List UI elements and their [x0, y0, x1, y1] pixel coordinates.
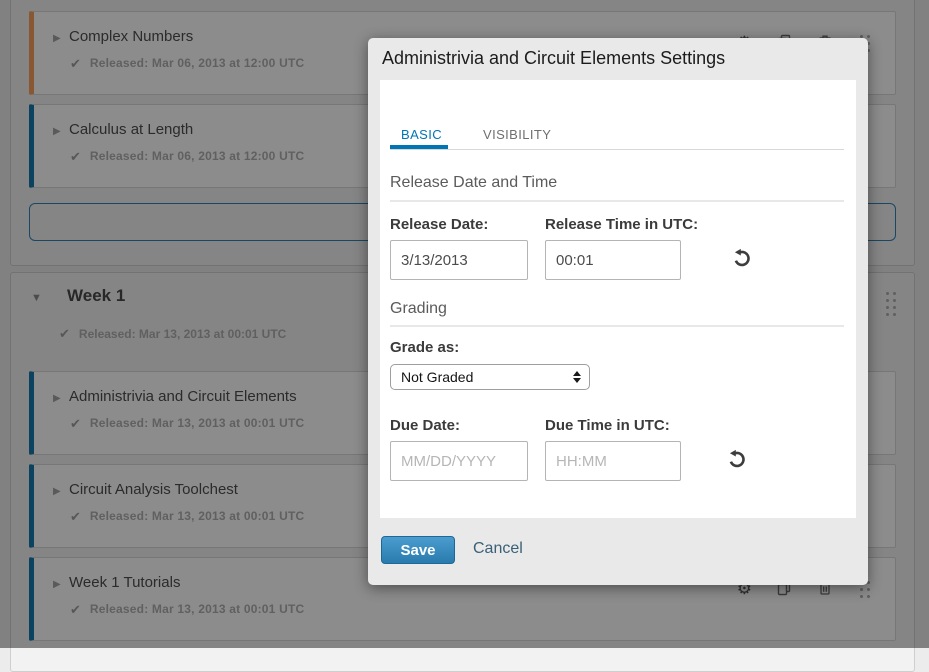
save-button[interactable]: Save [381, 536, 455, 564]
modal-title: Administrivia and Circuit Elements Setti… [382, 48, 725, 69]
tab-visibility[interactable]: VISIBILITY [483, 127, 551, 142]
reset-due-icon[interactable] [727, 449, 747, 469]
release-section-heading: Release Date and Time [390, 174, 557, 192]
modal-header: Administrivia and Circuit Elements Setti… [368, 38, 868, 80]
due-time-input[interactable] [545, 441, 681, 481]
release-time-input[interactable] [545, 240, 681, 280]
settings-modal: Administrivia and Circuit Elements Setti… [368, 38, 868, 585]
due-time-label: Due Time in UTC: [545, 417, 670, 434]
due-date-input[interactable] [390, 441, 528, 481]
divider [390, 200, 844, 202]
tab-basic[interactable]: BASIC [401, 127, 442, 142]
reset-release-icon[interactable] [732, 248, 752, 268]
select-stepper-icon [573, 371, 581, 383]
release-date-label: Release Date: [390, 216, 488, 233]
divider [390, 325, 844, 327]
modal-body: BASIC VISIBILITY Release Date and Time R… [380, 80, 856, 518]
tab-divider [390, 149, 844, 150]
release-date-input[interactable] [390, 240, 528, 280]
grade-as-select[interactable]: Not Graded [390, 364, 590, 390]
cancel-button[interactable]: Cancel [473, 540, 523, 558]
grading-section-heading: Grading [390, 300, 447, 318]
due-date-label: Due Date: [390, 417, 460, 434]
grade-as-label: Grade as: [390, 339, 459, 356]
grade-as-value: Not Graded [401, 369, 473, 385]
release-time-label: Release Time in UTC: [545, 216, 698, 233]
